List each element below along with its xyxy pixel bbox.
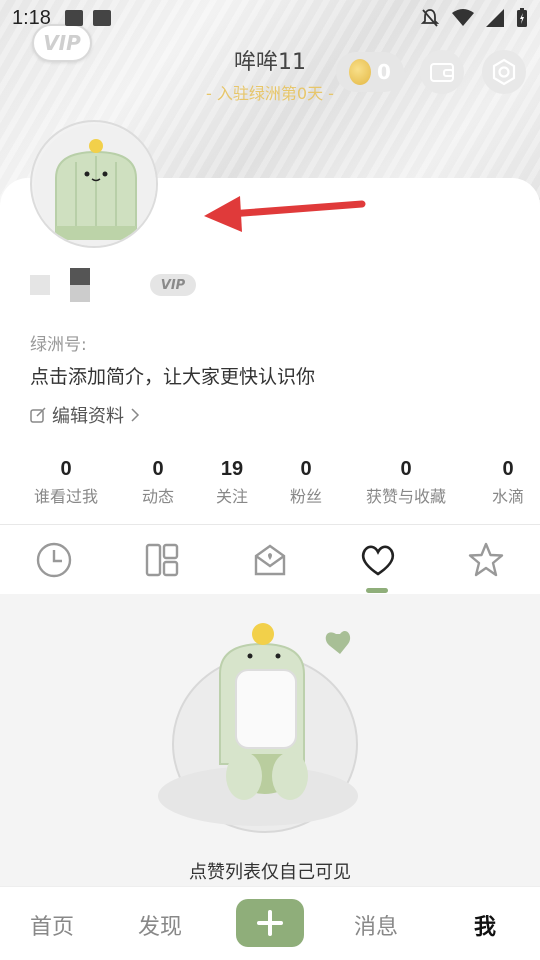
stat-water-drops[interactable]: 0 水滴 xyxy=(486,458,530,507)
edit-icon xyxy=(30,407,46,423)
tab-posts[interactable] xyxy=(142,540,182,580)
coin-balance-button[interactable]: 0 xyxy=(336,52,404,92)
badge-row: VIP xyxy=(30,268,196,302)
mail-heart-icon xyxy=(254,544,286,576)
chevron-right-icon xyxy=(131,408,140,422)
profile-tabs xyxy=(0,526,540,594)
stat-label: 谁看过我 xyxy=(33,487,98,506)
cactus-avatar-image xyxy=(34,124,156,246)
mute-bell-icon xyxy=(420,9,440,27)
stat-label: 关注 xyxy=(215,487,248,506)
stat-label: 水滴 xyxy=(491,487,524,506)
level-badge[interactable] xyxy=(30,275,50,295)
empty-state-message: 点赞列表仅自己可见 xyxy=(189,862,351,883)
clock-icon xyxy=(36,542,72,578)
stat-posts[interactable]: 0 动态 xyxy=(136,458,180,507)
create-post-button[interactable] xyxy=(236,899,304,947)
nav-home[interactable]: 首页 xyxy=(30,909,74,941)
empty-state-area xyxy=(0,594,540,886)
stat-value: 0 xyxy=(300,458,312,480)
coin-count: 0 xyxy=(377,60,391,84)
status-bar: 1:18 xyxy=(0,0,540,36)
stat-label: 获赞与收藏 xyxy=(365,487,446,506)
tab-collections[interactable] xyxy=(250,540,290,580)
tab-favorites[interactable] xyxy=(466,540,506,580)
status-time: 1:18 xyxy=(12,6,51,29)
oasis-id-label: 绿洲号: xyxy=(30,335,87,355)
photo-icon xyxy=(64,10,83,26)
red-arrow-annotation xyxy=(204,196,366,232)
cactus-empty-illustration xyxy=(158,623,358,833)
stat-value: 0 xyxy=(400,458,412,480)
bottom-navigation: 首页 发现 消息 我 xyxy=(0,886,540,960)
gear-icon xyxy=(492,58,516,86)
battery-icon xyxy=(517,8,527,27)
grid-icon xyxy=(145,543,179,577)
coin-icon xyxy=(349,59,372,85)
wallet-button[interactable] xyxy=(420,50,464,94)
star-icon xyxy=(468,542,504,577)
plus-icon xyxy=(257,910,283,936)
signal-icon xyxy=(486,9,504,27)
wifi-icon xyxy=(452,9,474,26)
stat-value: 19 xyxy=(220,458,244,480)
stat-likes-collections[interactable]: 0 获赞与收藏 xyxy=(358,458,454,507)
nav-me[interactable]: 我 xyxy=(474,909,496,941)
stat-value: 0 xyxy=(502,458,514,480)
bio-placeholder[interactable]: 点击添加简介，让大家更快认识你 xyxy=(30,362,315,389)
stat-value: 0 xyxy=(152,458,164,480)
active-tab-indicator xyxy=(366,588,388,593)
tab-likes[interactable] xyxy=(358,540,398,580)
stat-value: 0 xyxy=(60,458,72,480)
edit-profile-link[interactable]: 编辑资料 xyxy=(30,402,140,428)
stat-label: 动态 xyxy=(141,487,174,506)
divider xyxy=(0,524,540,525)
nav-messages[interactable]: 消息 xyxy=(354,909,398,941)
stat-followers[interactable]: 0 粉丝 xyxy=(284,458,328,507)
avatar[interactable] xyxy=(30,120,158,248)
medal-badge[interactable] xyxy=(70,268,90,302)
heart-icon xyxy=(361,545,395,576)
nav-discover[interactable]: 发现 xyxy=(138,909,182,941)
tab-history[interactable] xyxy=(34,540,74,580)
stat-following[interactable]: 19 关注 xyxy=(210,458,254,507)
app-notification-icon xyxy=(92,10,111,26)
stat-label: 粉丝 xyxy=(289,487,322,506)
vip-level-badge[interactable]: VIP xyxy=(150,274,196,296)
stat-visitors[interactable]: 0 谁看过我 xyxy=(30,458,102,507)
edit-profile-label: 编辑资料 xyxy=(52,406,124,427)
settings-button[interactable] xyxy=(482,50,526,94)
wallet-icon xyxy=(430,63,454,82)
